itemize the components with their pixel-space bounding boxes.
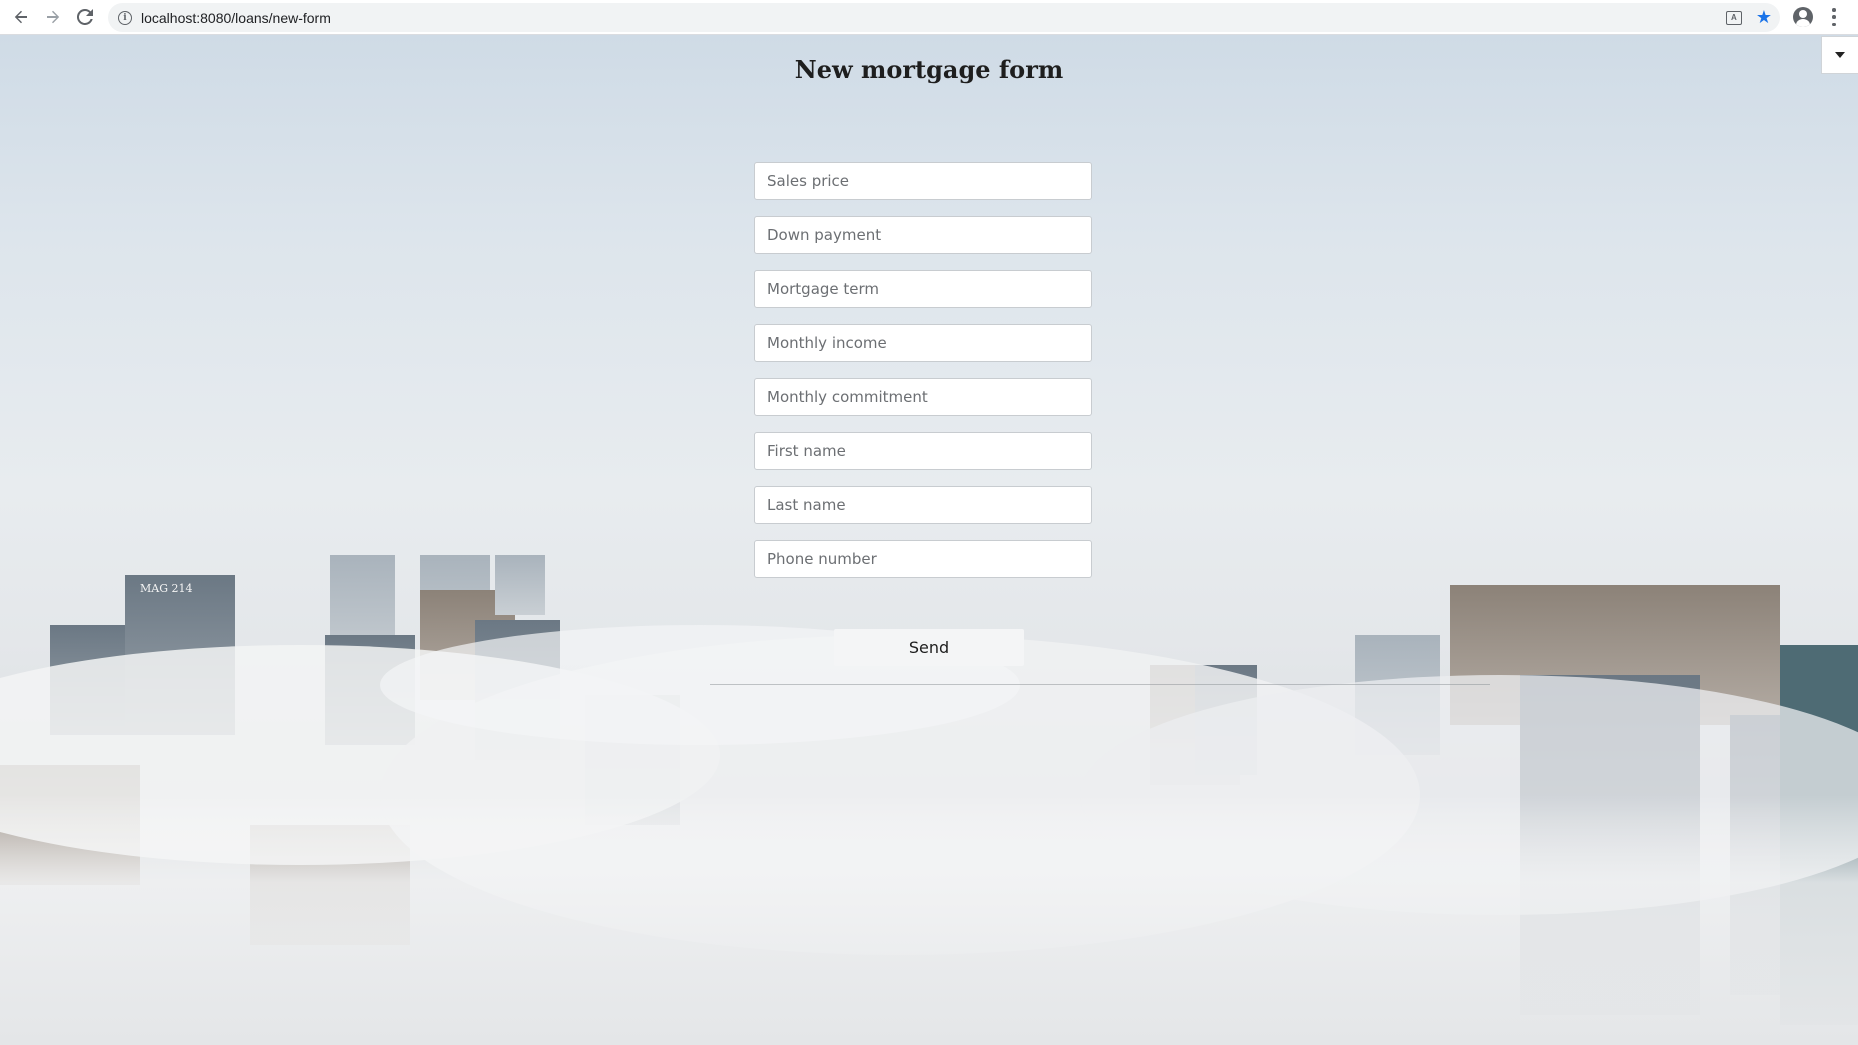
info-icon[interactable]: i	[118, 10, 132, 25]
translate-icon[interactable]: A	[1725, 10, 1742, 25]
sales-price-input[interactable]	[754, 162, 1092, 200]
back-button[interactable]	[5, 1, 37, 33]
arrow-right-icon	[47, 10, 60, 24]
reload-icon	[77, 9, 93, 25]
forward-button[interactable]	[37, 1, 69, 33]
browser-toolbar: i localhost:8080/loans/new-form A ★	[0, 0, 1858, 35]
reload-button[interactable]	[69, 1, 101, 33]
page-viewport: MAG 214 New mortgage form Send	[0, 35, 1858, 1045]
account-circle-icon[interactable]	[1793, 7, 1813, 27]
arrow-left-icon	[14, 10, 27, 24]
mortgage-term-input[interactable]	[754, 270, 1092, 308]
phone-number-input[interactable]	[754, 540, 1092, 578]
mortgage-form	[754, 162, 1092, 594]
building-sign-text: MAG 214	[140, 582, 193, 595]
last-name-input[interactable]	[754, 486, 1092, 524]
url-text[interactable]: localhost:8080/loans/new-form	[141, 10, 331, 26]
down-payment-input[interactable]	[754, 216, 1092, 254]
monthly-income-input[interactable]	[754, 324, 1092, 362]
first-name-input[interactable]	[754, 432, 1092, 470]
address-bar[interactable]: i localhost:8080/loans/new-form A ★	[108, 3, 1780, 32]
more-vertical-icon[interactable]	[1832, 8, 1836, 26]
star-icon[interactable]: ★	[1756, 8, 1772, 27]
divider	[710, 684, 1490, 685]
send-button[interactable]: Send	[834, 629, 1024, 666]
monthly-commitment-input[interactable]	[754, 378, 1092, 416]
page-title: New mortgage form	[794, 55, 1064, 84]
